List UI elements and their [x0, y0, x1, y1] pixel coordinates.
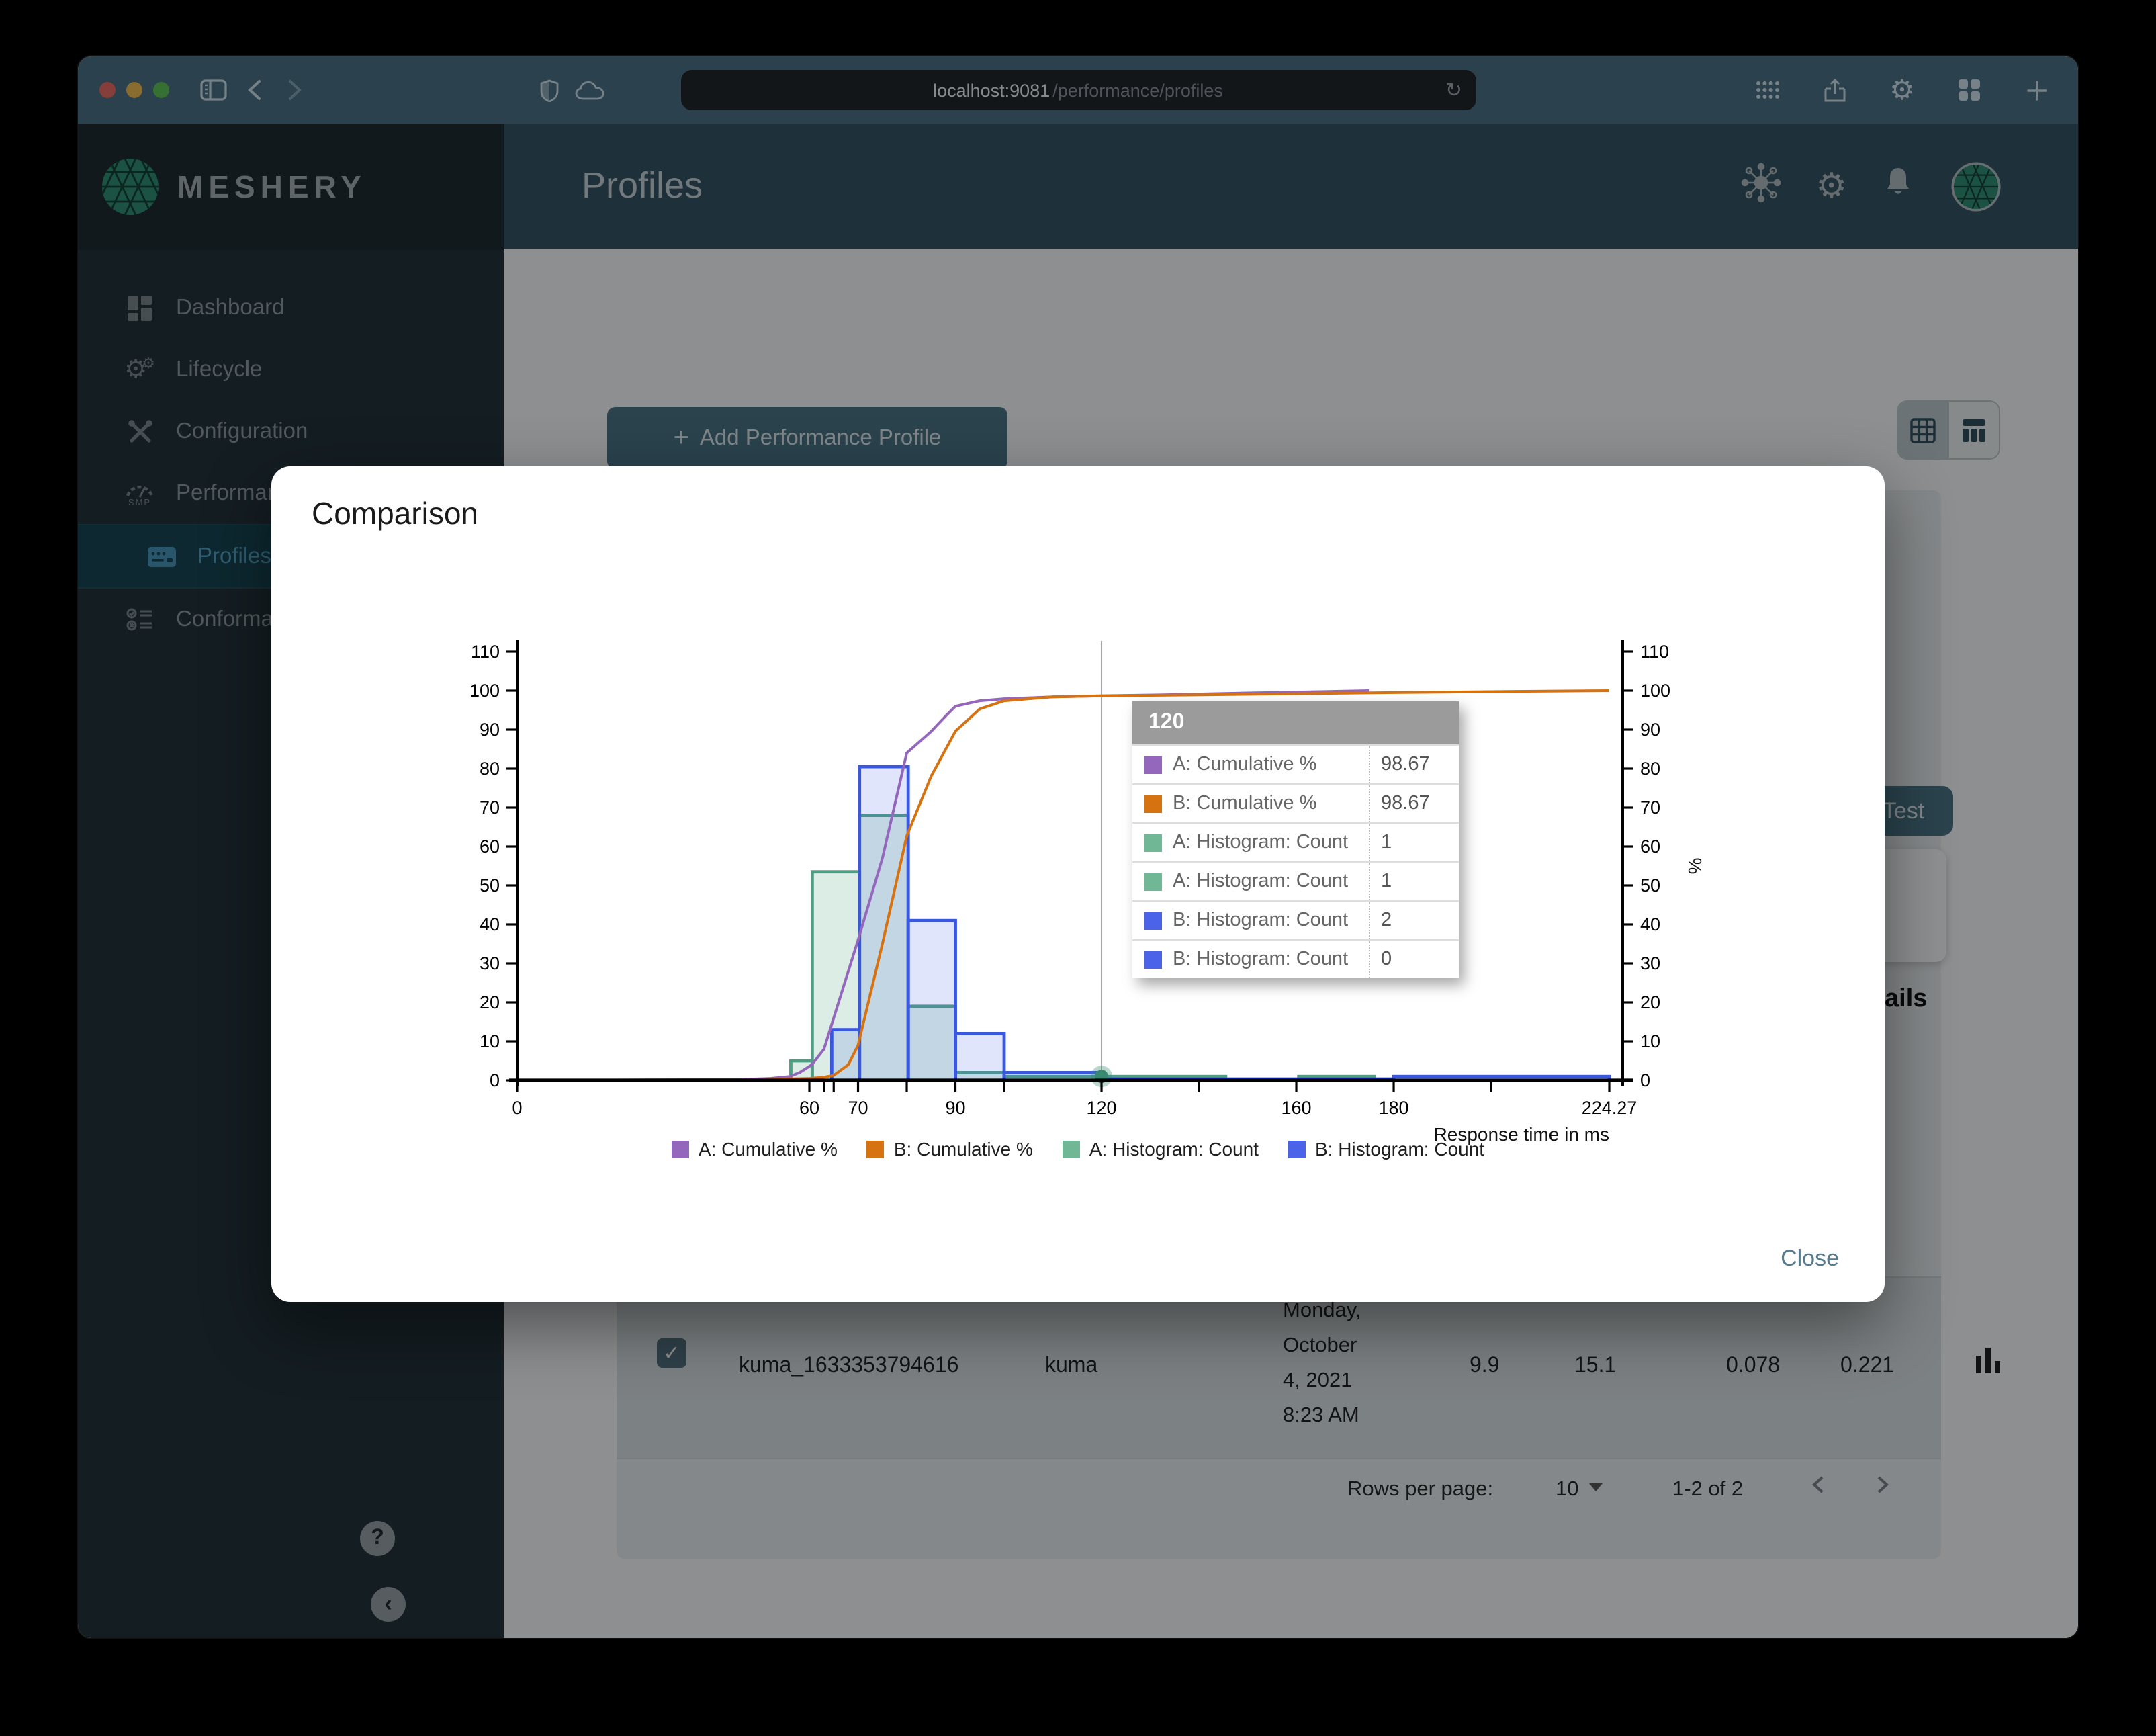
tooltip-value: 98.67 [1369, 746, 1459, 783]
svg-text:20: 20 [1640, 992, 1660, 1012]
svg-text:40: 40 [480, 914, 500, 935]
svg-text:60: 60 [480, 836, 500, 857]
svg-text:10: 10 [1640, 1031, 1660, 1051]
svg-text:50: 50 [480, 875, 500, 896]
legend-label: B: Cumulative % [893, 1138, 1033, 1160]
screen: localhost:9081/performance/profiles ↻ ⚙ [0, 0, 2156, 1736]
tooltip-value: 0 [1369, 941, 1459, 978]
tooltip-row: A: Histogram: Count 1 [1132, 822, 1459, 861]
comparison-chart: 0 010 1020 2030 3040 4050 5060 6070 7080 8090 9010… [469, 640, 1705, 1145]
svg-text:120: 120 [1086, 1098, 1116, 1118]
svg-text:30: 30 [1640, 953, 1660, 973]
svg-text:10: 10 [480, 1031, 500, 1051]
tooltip-rows: A: Cumulative % 98.67 B: Cumulative % 98.67… [1132, 744, 1459, 978]
tooltip-swatch [1144, 756, 1162, 773]
legend-item[interactable]: A: Cumulative % [671, 1138, 838, 1160]
legend-item[interactable]: B: Histogram: Count [1288, 1138, 1484, 1160]
close-button[interactable]: Close [1781, 1246, 1839, 1272]
legend-swatch [866, 1140, 885, 1158]
svg-text:100: 100 [1640, 681, 1670, 701]
legend-swatch [671, 1140, 689, 1158]
legend-label: A: Histogram: Count [1089, 1138, 1259, 1160]
tooltip-swatch [1144, 873, 1162, 890]
legend-swatch [1062, 1140, 1080, 1158]
tooltip-row: B: Histogram: Count 0 [1132, 939, 1459, 978]
browser-window: localhost:9081/performance/profiles ↻ ⚙ [78, 56, 2078, 1638]
tooltip-row: A: Histogram: Count 1 [1132, 861, 1459, 900]
comparison-dialog: Comparison 0 0 10 10 20 20 30 30 40 40 50 50 60 60 70 7… [271, 466, 1885, 1302]
svg-text:80: 80 [1640, 758, 1660, 779]
right-axis-label: % [1685, 858, 1705, 875]
legend-label: A: Cumulative % [698, 1138, 838, 1160]
svg-text:110: 110 [1640, 642, 1669, 662]
svg-text:60: 60 [799, 1098, 819, 1118]
svg-text:70: 70 [480, 797, 500, 818]
svg-text:160: 160 [1281, 1098, 1311, 1118]
tooltip-value: 98.67 [1369, 785, 1459, 822]
svg-text:110: 110 [471, 642, 500, 662]
tooltip-row: A: Cumulative % 98.67 [1132, 744, 1459, 783]
legend-label: B: Histogram: Count [1314, 1138, 1485, 1160]
tooltip-value: 1 [1369, 824, 1459, 861]
chart-legend: A: Cumulative % B: Cumulative % A: Histogr… [271, 1138, 1885, 1160]
tooltip-row: B: Histogram: Count 2 [1132, 900, 1459, 939]
svg-text:70: 70 [848, 1098, 868, 1118]
svg-text:60: 60 [1640, 836, 1660, 857]
svg-text:180: 180 [1379, 1098, 1409, 1118]
tooltip-value: 1 [1369, 863, 1459, 900]
svg-text:90: 90 [480, 720, 500, 740]
svg-text:0: 0 [490, 1070, 500, 1090]
histogram-bar [906, 918, 957, 1082]
tooltip-row: B: Cumulative % 98.67 [1132, 783, 1459, 822]
svg-text:0: 0 [512, 1098, 522, 1118]
tooltip-swatch [1144, 795, 1162, 812]
svg-text:90: 90 [945, 1098, 965, 1118]
svg-text:0: 0 [1640, 1070, 1650, 1090]
svg-text:90: 90 [1640, 720, 1660, 740]
svg-text:70: 70 [1640, 797, 1660, 818]
legend-swatch [1288, 1140, 1306, 1158]
histogram-bar [858, 765, 910, 1082]
legend-item[interactable]: B: Cumulative % [866, 1138, 1033, 1160]
svg-text:30: 30 [480, 953, 500, 973]
svg-text:50: 50 [1640, 875, 1660, 896]
svg-text:224.27: 224.27 [1582, 1098, 1637, 1118]
tooltip-swatch [1144, 912, 1162, 929]
tooltip-swatch [1144, 951, 1162, 968]
tooltip-value: 2 [1369, 902, 1459, 939]
svg-text:100: 100 [469, 681, 500, 701]
tooltip-swatch [1144, 834, 1162, 851]
svg-text:20: 20 [480, 992, 500, 1012]
tooltip-header: 120 [1132, 701, 1459, 744]
chart-tooltip: 120 A: Cumulative % 98.67 B: Cumulative % 9… [1132, 701, 1459, 978]
legend-item[interactable]: A: Histogram: Count [1062, 1138, 1259, 1160]
svg-text:40: 40 [1640, 914, 1660, 935]
svg-text:80: 80 [480, 758, 500, 779]
histogram-bar [954, 1032, 1006, 1082]
